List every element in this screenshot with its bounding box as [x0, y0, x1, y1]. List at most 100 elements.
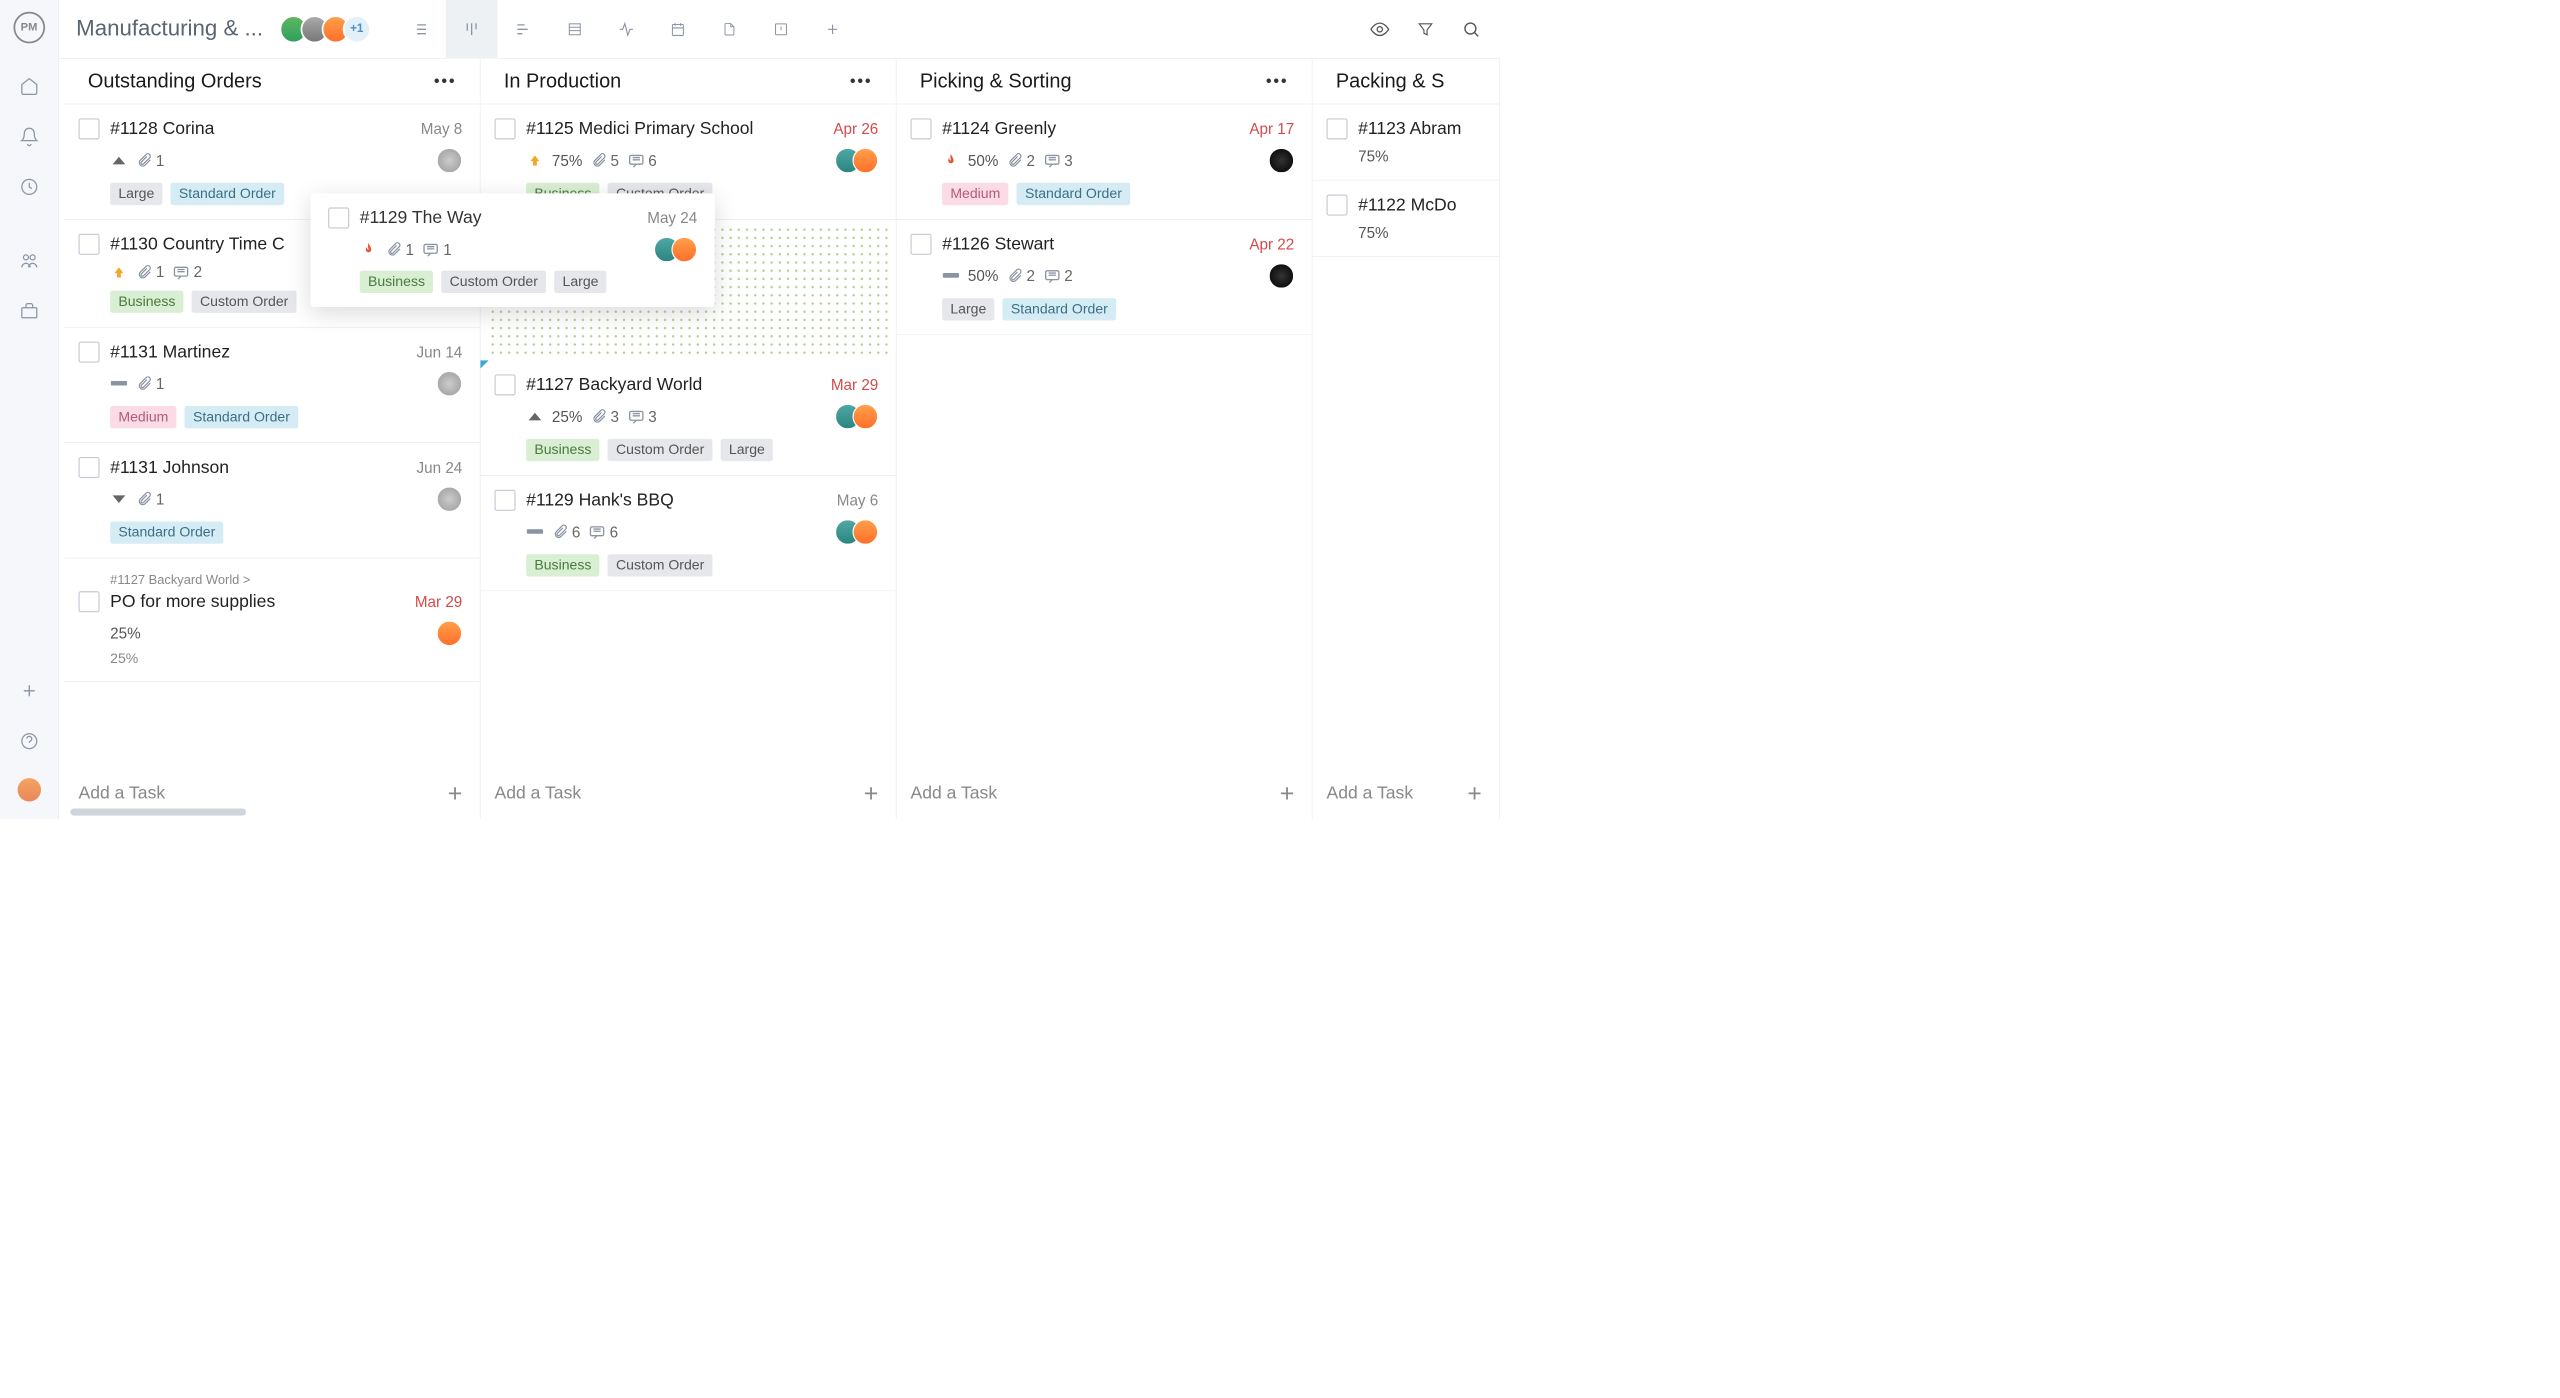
attachment-count[interactable]: 1: [136, 490, 164, 508]
attachment-count[interactable]: 1: [136, 375, 164, 393]
horizontal-scrollbar[interactable]: [70, 809, 246, 816]
member-more[interactable]: +1: [343, 15, 371, 43]
tag[interactable]: Custom Order: [608, 439, 713, 461]
task-card[interactable]: #1123 Abram75%: [1312, 104, 1499, 180]
tag[interactable]: Large: [110, 183, 162, 205]
task-card[interactable]: #1127 Backyard World >PO for more suppli…: [64, 558, 479, 682]
add-task-button[interactable]: Add a Task+: [896, 768, 1311, 820]
tag[interactable]: Standard Order: [1003, 298, 1116, 320]
view-risk-icon[interactable]: [755, 0, 807, 58]
tag[interactable]: Custom Order: [192, 291, 297, 313]
assignees[interactable]: [1277, 148, 1295, 174]
tag[interactable]: Standard Order: [110, 521, 223, 543]
attachment-count[interactable]: 3: [591, 407, 619, 425]
tag[interactable]: Custom Order: [608, 554, 713, 576]
team-icon[interactable]: [18, 250, 40, 272]
tag[interactable]: Business: [110, 291, 183, 313]
task-checkbox[interactable]: [79, 234, 100, 255]
task-checkbox[interactable]: [910, 234, 931, 255]
tag[interactable]: Large: [554, 271, 606, 293]
task-checkbox[interactable]: [494, 118, 515, 139]
tag[interactable]: Standard Order: [171, 183, 284, 205]
assignee-avatar[interactable]: [436, 620, 462, 646]
task-card[interactable]: #1124 GreenlyApr 1750%23MediumStandard O…: [896, 104, 1311, 219]
tag[interactable]: Business: [526, 439, 599, 461]
task-checkbox[interactable]: [79, 118, 100, 139]
assignee-avatar[interactable]: [1268, 263, 1294, 289]
assignee-avatar[interactable]: [852, 519, 878, 545]
visibility-icon[interactable]: [1369, 18, 1391, 40]
assignee-avatar[interactable]: [436, 371, 462, 397]
app-logo[interactable]: PM: [13, 12, 45, 44]
task-checkbox[interactable]: [494, 374, 515, 395]
assignees[interactable]: [1277, 263, 1295, 289]
tag[interactable]: Standard Order: [185, 406, 298, 428]
column-menu-icon[interactable]: •••: [1266, 72, 1289, 91]
assignees[interactable]: [843, 148, 878, 174]
task-card[interactable]: #1129 Hank's BBQMay 666BusinessCustom Or…: [480, 476, 895, 591]
column-menu-icon[interactable]: •••: [850, 72, 873, 91]
search-icon[interactable]: [1460, 18, 1482, 40]
task-card[interactable]: #1131 JohnsonJun 241Standard Order: [64, 443, 479, 558]
tag[interactable]: Business: [526, 554, 599, 576]
comment-count[interactable]: 6: [627, 151, 657, 169]
view-file-icon[interactable]: [704, 0, 756, 58]
project-title[interactable]: Manufacturing & ...: [76, 16, 263, 41]
comment-count[interactable]: 6: [589, 523, 619, 541]
user-avatar[interactable]: [17, 778, 40, 801]
home-icon[interactable]: [18, 75, 40, 97]
column-menu-icon[interactable]: •••: [434, 72, 457, 91]
assignee-avatar[interactable]: [436, 486, 462, 512]
dragging-card[interactable]: #1129 The WayMay 2411BusinessCustom Orde…: [311, 193, 715, 307]
assignee-avatar[interactable]: [1268, 148, 1294, 174]
attachment-count[interactable]: 1: [386, 241, 414, 259]
notification-icon[interactable]: [18, 125, 40, 147]
task-checkbox[interactable]: [1326, 195, 1347, 216]
tag[interactable]: Medium: [942, 183, 1008, 205]
task-checkbox[interactable]: [1326, 118, 1347, 139]
attachment-count[interactable]: 5: [591, 151, 619, 169]
view-list-icon[interactable]: [394, 0, 446, 58]
assignee-avatar[interactable]: [852, 148, 878, 174]
add-task-button[interactable]: Add a Task+: [1312, 768, 1499, 820]
add-task-button[interactable]: Add a Task+: [480, 768, 895, 820]
assignees[interactable]: [843, 404, 878, 430]
clock-icon[interactable]: [18, 176, 40, 198]
task-checkbox[interactable]: [79, 457, 100, 478]
briefcase-icon[interactable]: [18, 300, 40, 322]
view-calendar-icon[interactable]: [652, 0, 704, 58]
view-board-icon[interactable]: [446, 0, 498, 58]
tag[interactable]: Standard Order: [1017, 183, 1130, 205]
add-icon[interactable]: [18, 680, 40, 702]
task-checkbox[interactable]: [328, 207, 349, 228]
view-sheet-icon[interactable]: [549, 0, 601, 58]
attachment-count[interactable]: 6: [552, 523, 580, 541]
view-add-icon[interactable]: [807, 0, 859, 58]
help-icon[interactable]: [18, 730, 40, 752]
tag[interactable]: Large: [942, 298, 994, 320]
tag[interactable]: Large: [721, 439, 773, 461]
assignees[interactable]: [843, 519, 878, 545]
comment-count[interactable]: 1: [422, 241, 452, 259]
assignee-avatar[interactable]: [671, 237, 697, 263]
comment-count[interactable]: 3: [1043, 151, 1073, 169]
task-card[interactable]: #1131 MartinezJun 141MediumStandard Orde…: [64, 328, 479, 443]
view-gantt-icon[interactable]: [497, 0, 549, 58]
attachment-count[interactable]: 1: [136, 263, 164, 281]
tag[interactable]: Custom Order: [441, 271, 546, 293]
task-checkbox[interactable]: [79, 342, 100, 363]
assignees[interactable]: [445, 371, 463, 397]
assignees[interactable]: [445, 148, 463, 174]
assignees[interactable]: [445, 486, 463, 512]
task-card[interactable]: #1122 McDo75%: [1312, 180, 1499, 256]
comment-count[interactable]: 2: [1043, 267, 1073, 285]
filter-icon[interactable]: [1414, 18, 1436, 40]
view-activity-icon[interactable]: [601, 0, 653, 58]
assignee-avatar[interactable]: [852, 404, 878, 430]
attachment-count[interactable]: 2: [1007, 151, 1035, 169]
task-checkbox[interactable]: [79, 591, 100, 612]
assignees[interactable]: [445, 620, 463, 646]
task-checkbox[interactable]: [910, 118, 931, 139]
tag[interactable]: Medium: [110, 406, 176, 428]
task-card[interactable]: #1127 Backyard WorldMar 2925%33BusinessC…: [480, 360, 895, 475]
